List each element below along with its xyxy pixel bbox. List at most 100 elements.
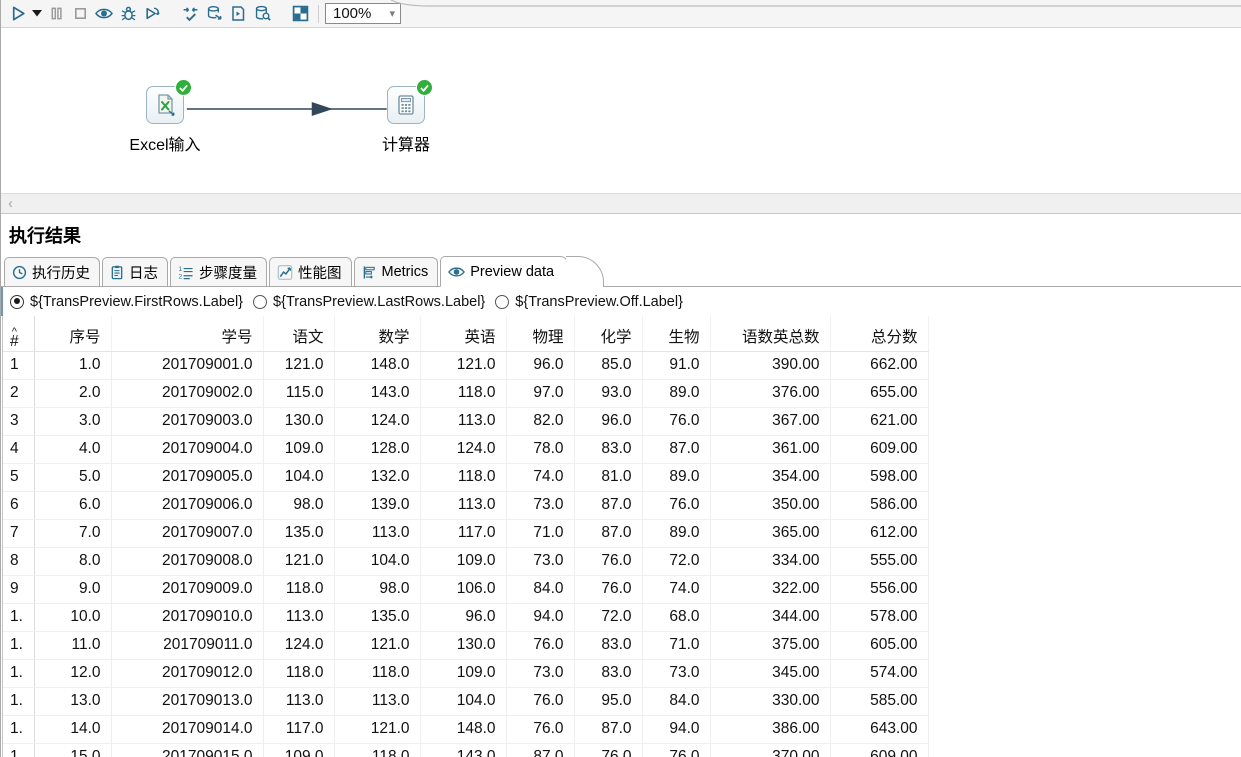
- debug-button[interactable]: [116, 2, 140, 26]
- table-cell: 118.0: [263, 575, 334, 603]
- step-excel-input[interactable]: Excel输入: [123, 86, 207, 155]
- table-cell: 76.0: [506, 715, 574, 743]
- table-row[interactable]: 1.10.0201709010.0113.0135.096.094.072.06…: [3, 603, 928, 631]
- scroll-left-icon[interactable]: ‹: [8, 196, 13, 211]
- table-row[interactable]: 55.0201709005.0104.0132.0118.074.081.089…: [3, 463, 928, 491]
- tab-label: Preview data: [470, 264, 554, 280]
- table-cell: 84.0: [506, 575, 574, 603]
- table-cell: 201709014.0: [111, 715, 263, 743]
- table-cell: 201709002.0: [111, 379, 263, 407]
- table-cell: 71.0: [506, 519, 574, 547]
- row-header-label: #: [10, 333, 19, 350]
- table-row[interactable]: 1.13.0201709013.0113.0113.0104.076.095.0…: [3, 687, 928, 715]
- table-cell: 87.0: [574, 715, 642, 743]
- run-button[interactable]: [6, 2, 30, 26]
- column-header[interactable]: 语数英总数: [710, 316, 830, 351]
- column-header[interactable]: 总分数: [830, 316, 928, 351]
- table-cell: 201709003.0: [111, 407, 263, 435]
- table-cell: 10.0: [34, 603, 111, 631]
- row-number-cell: 1.: [3, 659, 34, 687]
- radio-off[interactable]: ${TransPreview.Off.Label}: [495, 294, 683, 310]
- check-transformation-button[interactable]: [178, 2, 202, 26]
- table-cell: 124.0: [334, 407, 420, 435]
- table-cell: 3.0: [34, 407, 111, 435]
- explore-database-button[interactable]: [250, 2, 274, 26]
- table-cell: 621.00: [830, 407, 928, 435]
- zoom-level-select[interactable]: 100% ▾: [325, 3, 401, 24]
- row-number-cell: 9: [3, 575, 34, 603]
- table-cell: 104.0: [420, 687, 506, 715]
- impact-analysis-button[interactable]: [202, 2, 226, 26]
- table-row[interactable]: 77.0201709007.0135.0113.0117.071.087.089…: [3, 519, 928, 547]
- tab-step-metrics[interactable]: 12 步骤度量: [170, 257, 267, 286]
- stop-button[interactable]: [68, 2, 92, 26]
- canvas-horizontal-scrollbar[interactable]: ‹: [1, 193, 1241, 214]
- table-cell: 87.0: [574, 519, 642, 547]
- column-header[interactable]: 语文: [263, 316, 334, 351]
- column-header[interactable]: 英语: [420, 316, 506, 351]
- column-header[interactable]: 物理: [506, 316, 574, 351]
- table-cell: 98.0: [334, 575, 420, 603]
- table-cell: 345.00: [710, 659, 830, 687]
- table-cell: 72.0: [574, 603, 642, 631]
- table-row[interactable]: 22.0201709002.0115.0143.0118.097.093.089…: [3, 379, 928, 407]
- table-cell: 84.0: [642, 687, 710, 715]
- tab-metrics[interactable]: Metrics: [354, 257, 439, 286]
- table-cell: 354.00: [710, 463, 830, 491]
- table-cell: 87.0: [642, 435, 710, 463]
- numbered-list-icon: 12: [178, 265, 194, 280]
- table-cell: 76.0: [574, 547, 642, 575]
- row-number-cell: 5: [3, 463, 34, 491]
- table-row[interactable]: 88.0201709008.0121.0104.0109.073.076.072…: [3, 547, 928, 575]
- table-cell: 89.0: [642, 379, 710, 407]
- table-cell: 13.0: [34, 687, 111, 715]
- table-cell: 390.00: [710, 351, 830, 379]
- column-header[interactable]: 学号: [111, 316, 263, 351]
- run-options-caret-icon[interactable]: [30, 2, 44, 26]
- column-header[interactable]: 数学: [334, 316, 420, 351]
- row-number-cell: 1: [3, 351, 34, 379]
- svg-text:2: 2: [179, 273, 183, 279]
- table-cell: 11.0: [34, 631, 111, 659]
- step-calculator[interactable]: 计算器: [364, 86, 448, 155]
- row-number-cell: 1.: [3, 687, 34, 715]
- table-cell: 117.0: [420, 519, 506, 547]
- tab-performance-graph[interactable]: 性能图: [269, 257, 352, 286]
- show-results-pane-button[interactable]: [288, 2, 312, 26]
- generate-sql-button[interactable]: [226, 2, 250, 26]
- preview-button[interactable]: [92, 2, 116, 26]
- table-cell: 118.0: [263, 659, 334, 687]
- table-cell: 71.0: [642, 631, 710, 659]
- transformation-canvas[interactable]: Excel输入: [1, 28, 1241, 193]
- table-cell: 76.0: [574, 743, 642, 757]
- tab-preview-data[interactable]: Preview data: [440, 256, 569, 287]
- preview-data-table: ^#序号学号语文数学英语物理化学生物语数英总数总分数 11.0201709001…: [3, 316, 929, 757]
- table-row[interactable]: 1.14.0201709014.0117.0121.0148.076.087.0…: [3, 715, 928, 743]
- column-header[interactable]: 化学: [574, 316, 642, 351]
- column-header[interactable]: 生物: [642, 316, 710, 351]
- table-cell: 609.00: [830, 743, 928, 757]
- table-cell: 130.0: [420, 631, 506, 659]
- table-row[interactable]: 33.0201709003.0130.0124.0113.082.096.076…: [3, 407, 928, 435]
- execution-results-title: 执行结果: [9, 222, 81, 248]
- table-row[interactable]: 44.0201709004.0109.0128.0124.078.083.087…: [3, 435, 928, 463]
- table-cell: 73.0: [506, 659, 574, 687]
- radio-last-rows[interactable]: ${TransPreview.LastRows.Label}: [253, 294, 485, 310]
- column-header[interactable]: 序号: [34, 316, 111, 351]
- tab-execution-history[interactable]: 执行历史: [4, 257, 100, 286]
- table-cell: 322.00: [710, 575, 830, 603]
- table-row[interactable]: 1.15.0201709015.0109.0118.0143.087.076.0…: [3, 743, 928, 757]
- table-row[interactable]: 99.0201709009.0118.098.0106.084.076.074.…: [3, 575, 928, 603]
- radio-first-rows[interactable]: ${TransPreview.FirstRows.Label}: [10, 294, 243, 310]
- success-check-badge: [416, 79, 433, 96]
- table-row[interactable]: 1.12.0201709012.0118.0118.0109.073.083.0…: [3, 659, 928, 687]
- pause-button[interactable]: [44, 2, 68, 26]
- table-cell: 109.0: [420, 659, 506, 687]
- table-cell: 132.0: [334, 463, 420, 491]
- row-number-column-header[interactable]: ^#: [3, 316, 34, 351]
- replay-button[interactable]: [140, 2, 164, 26]
- table-row[interactable]: 66.0201709006.098.0139.0113.073.087.076.…: [3, 491, 928, 519]
- tab-log[interactable]: 日志: [102, 257, 168, 286]
- table-row[interactable]: 11.0201709001.0121.0148.0121.096.085.091…: [3, 351, 928, 379]
- table-row[interactable]: 1.11.0201709011.0124.0121.0130.076.083.0…: [3, 631, 928, 659]
